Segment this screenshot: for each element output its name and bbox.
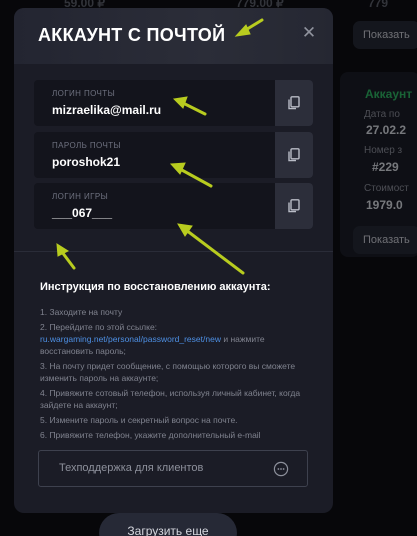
annotation-arrow xyxy=(60,250,76,270)
annotation-arrow xyxy=(181,101,207,116)
annotation-arrow xyxy=(178,167,213,188)
annotation-arrows xyxy=(56,18,264,275)
annotation-arrow xyxy=(184,228,245,275)
